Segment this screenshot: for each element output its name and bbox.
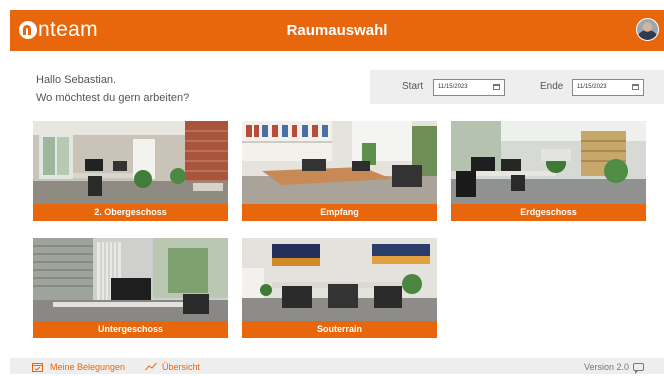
end-date-label: Ende xyxy=(540,81,564,92)
user-avatar[interactable] xyxy=(636,18,659,41)
room-card-empfang[interactable]: Empfang xyxy=(242,121,437,221)
version-label: Version 2.0 xyxy=(584,362,630,372)
greeting-line-1: Hallo Sebastian. xyxy=(36,74,117,86)
room-card-2-obergeschoss[interactable]: 2. Obergeschoss xyxy=(33,121,228,221)
room-card-untergeschoss[interactable]: Untergeschoss xyxy=(33,238,228,338)
greeting: Hallo Sebastian. Wo möchtest du gern arb… xyxy=(36,71,189,107)
room-label: 2. Obergeschoss xyxy=(33,204,228,221)
logo-icon xyxy=(19,21,37,39)
calendar-check-icon[interactable] xyxy=(32,362,43,372)
my-bookings-link[interactable]: Meine Belegungen xyxy=(50,358,125,374)
room-photo xyxy=(242,238,437,321)
start-date-label: Start xyxy=(402,81,424,92)
greeting-line-2: Wo möchtest du gern arbeiten? xyxy=(36,92,190,104)
app-logo[interactable]: nteam xyxy=(19,17,98,43)
logo-text: nteam xyxy=(38,18,98,41)
start-date-value: 11/15/2023 xyxy=(438,84,468,90)
calendar-icon[interactable] xyxy=(493,84,500,90)
page-title: Raumauswahl xyxy=(286,22,388,39)
room-label: Souterrain xyxy=(242,321,437,338)
room-label: Empfang xyxy=(242,204,437,221)
room-label: Erdgeschoss xyxy=(451,204,646,221)
app-header: nteam Raumauswahl xyxy=(10,10,664,51)
window-frame-top xyxy=(0,0,664,10)
chat-icon[interactable] xyxy=(633,363,644,374)
room-card-souterrain[interactable]: Souterrain xyxy=(242,238,437,338)
overview-link[interactable]: Übersicht xyxy=(162,358,200,374)
room-photo xyxy=(33,238,228,321)
calendar-icon[interactable] xyxy=(632,84,639,90)
room-photo xyxy=(242,121,437,204)
end-date-value: 11/15/2023 xyxy=(577,84,607,90)
room-label: Untergeschoss xyxy=(33,321,228,338)
start-date-field[interactable]: 11/15/2023 xyxy=(433,79,505,96)
window-frame-left xyxy=(0,0,10,374)
end-date-field[interactable]: 11/15/2023 xyxy=(572,79,644,96)
date-range-bar: Start 11/15/2023 Ende 11/15/2023 xyxy=(370,70,664,104)
chart-line-icon[interactable] xyxy=(145,362,157,371)
app-footer: Meine Belegungen Übersicht Version 2.0 xyxy=(10,358,664,374)
room-photo xyxy=(33,121,228,204)
room-photo xyxy=(451,121,646,204)
room-card-erdgeschoss[interactable]: Erdgeschoss xyxy=(451,121,646,221)
